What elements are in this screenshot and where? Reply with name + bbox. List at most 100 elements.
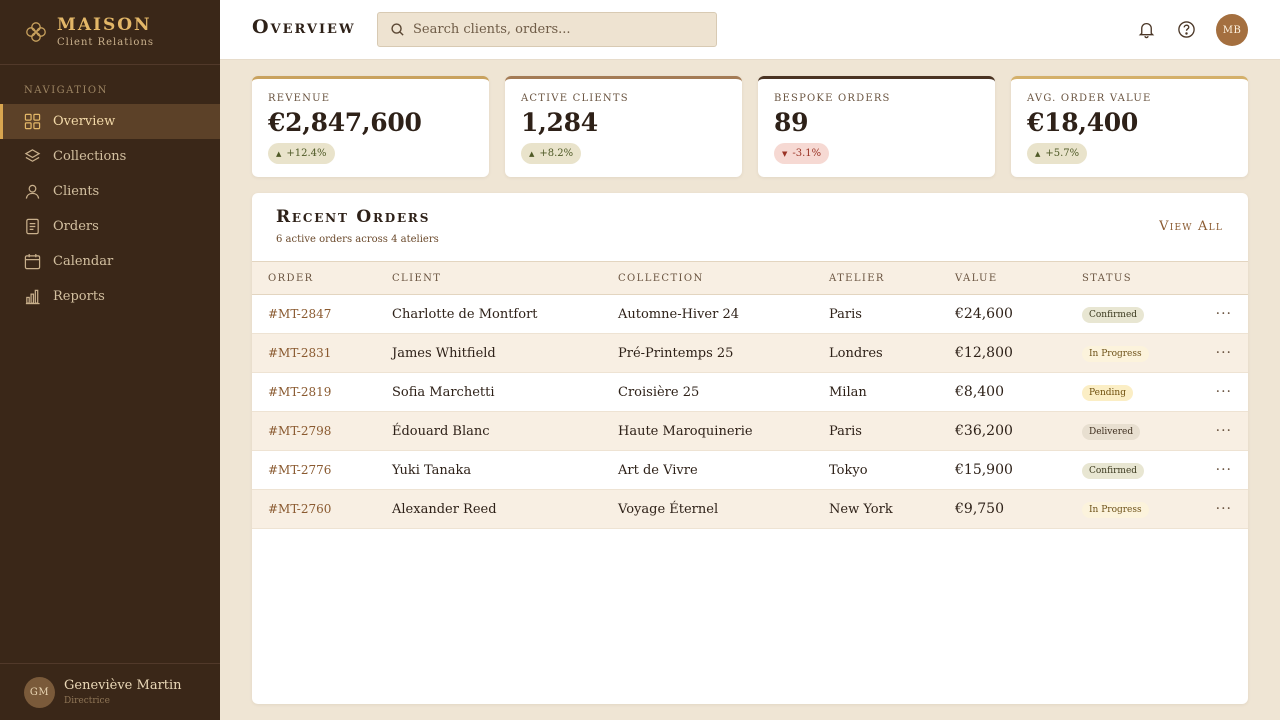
order-id[interactable]: #MT-2831 (252, 334, 392, 373)
order-value: €12,800 (955, 345, 1013, 361)
table-row[interactable]: #MT-2819 Sofia Marchetti Croisière 25 Mi… (252, 373, 1248, 412)
more-actions-icon[interactable]: ··· (1216, 306, 1232, 322)
page-title: Overview (252, 16, 356, 38)
collection-name: Art de Vivre (618, 462, 698, 478)
view-all-link[interactable]: View All (1159, 219, 1223, 234)
brand-name: MAISON (57, 15, 152, 35)
order-id[interactable]: #MT-2847 (252, 295, 392, 334)
user-icon (25, 184, 40, 199)
atelier-name: Tokyo (829, 462, 868, 478)
more-actions-icon[interactable]: ··· (1216, 423, 1232, 439)
bell-icon[interactable] (1137, 20, 1156, 39)
trend-badge: ▲ +12.4% (268, 143, 335, 164)
search-input[interactable] (413, 22, 703, 37)
recent-orders-panel: Recent Orders 6 active orders across 4 a… (252, 193, 1248, 704)
order-id[interactable]: #MT-2776 (252, 451, 392, 490)
client-name: Édouard Blanc (392, 423, 490, 439)
kpi-card-avg-order-value[interactable]: Avg. Order Value €18,400 ▲ +5.7% (1011, 76, 1248, 177)
user-name: Geneviève Martin (64, 678, 182, 693)
column-header-client[interactable]: Client (392, 262, 618, 295)
collection-name: Automne-Hiver 24 (618, 306, 740, 322)
sidebar-item-calendar[interactable]: Calendar (0, 244, 220, 279)
more-actions-icon[interactable]: ··· (1216, 345, 1232, 361)
search-icon (391, 23, 404, 36)
user-role: Directrice (64, 696, 110, 706)
quatrefoil-logo-icon (26, 22, 46, 42)
client-name: James Whitfield (392, 345, 496, 361)
nav-section-label: Navigation (24, 85, 108, 96)
column-header-atelier[interactable]: Atelier (829, 262, 955, 295)
order-value: €15,900 (955, 462, 1013, 478)
trend-down-icon: ▼ (782, 149, 788, 158)
order-value: €36,200 (955, 423, 1013, 439)
more-actions-icon[interactable]: ··· (1216, 384, 1232, 400)
kpi-value: 89 (774, 108, 809, 137)
document-icon (26, 218, 39, 235)
sidebar-item-orders[interactable]: Orders (0, 209, 220, 244)
client-name: Charlotte de Montfort (392, 306, 538, 322)
client-name: Alexander Reed (392, 501, 497, 517)
column-header-status[interactable]: Status (1082, 262, 1182, 295)
kpi-card-bespoke-orders[interactable]: Bespoke Orders 89 ▼ -3.1% (758, 76, 995, 177)
client-name: Yuki Tanaka (392, 462, 472, 478)
atelier-name: Milan (829, 384, 867, 400)
order-value: €9,750 (955, 501, 1004, 517)
atelier-name: Londres (829, 345, 883, 361)
kpi-value: €2,847,600 (268, 108, 422, 137)
trend-badge: ▲ +8.2% (521, 143, 582, 164)
table-header-row: Order Client Collection Atelier Value St… (252, 261, 1248, 295)
trend-up-icon: ▲ (1035, 149, 1041, 158)
kpi-value: 1,284 (521, 108, 598, 137)
sidebar-item-label: Calendar (53, 254, 114, 269)
layers-icon (24, 149, 41, 162)
sidebar: MAISON Client Relations Navigation Overv… (0, 0, 220, 720)
client-name: Sofia Marchetti (392, 384, 495, 400)
avatar[interactable]: MB (1216, 14, 1248, 46)
order-id[interactable]: #MT-2760 (252, 490, 392, 529)
bar-chart-icon (25, 289, 40, 305)
more-actions-icon[interactable]: ··· (1216, 501, 1232, 517)
calendar-icon (24, 253, 41, 270)
table-row[interactable]: #MT-2831 James Whitfield Pré-Printemps 2… (252, 333, 1248, 373)
table-row[interactable]: #MT-2776 Yuki Tanaka Art de Vivre Tokyo … (252, 451, 1248, 490)
trend-up-icon: ▲ (276, 149, 282, 158)
help-icon[interactable] (1177, 20, 1196, 39)
collection-name: Pré-Printemps 25 (618, 345, 734, 361)
trend-value: -3.1% (792, 148, 822, 159)
status-badge: Confirmed (1082, 462, 1145, 479)
kpi-card-revenue[interactable]: Revenue €2,847,600 ▲ +12.4% (252, 76, 489, 177)
search-box[interactable] (377, 12, 717, 47)
order-id[interactable]: #MT-2798 (252, 412, 392, 451)
column-header-value[interactable]: Value (955, 262, 1082, 295)
panel-subtitle: 6 active orders across 4 ateliers (276, 234, 439, 245)
trend-value: +8.2% (539, 148, 574, 159)
column-header-order[interactable]: Order (252, 262, 392, 295)
sidebar-item-collections[interactable]: Collections (0, 139, 220, 174)
sidebar-item-overview[interactable]: Overview (0, 104, 220, 139)
more-actions-icon[interactable]: ··· (1216, 462, 1232, 478)
table-row[interactable]: #MT-2760 Alexander Reed Voyage Éternel N… (252, 489, 1248, 529)
table-row[interactable]: #MT-2847 Charlotte de Montfort Automne-H… (252, 295, 1248, 334)
order-id[interactable]: #MT-2819 (252, 373, 392, 412)
kpi-card-active-clients[interactable]: Active Clients 1,284 ▲ +8.2% (505, 76, 742, 177)
sidebar-item-clients[interactable]: Clients (0, 174, 220, 209)
panel-title: Recent Orders (276, 207, 431, 227)
brand[interactable]: MAISON Client Relations (0, 0, 220, 65)
trend-up-icon: ▲ (529, 149, 535, 158)
status-badge: Pending (1082, 384, 1133, 401)
sidebar-item-reports[interactable]: Reports (0, 279, 220, 314)
table-row[interactable]: #MT-2798 Édouard Blanc Haute Maroquineri… (252, 411, 1248, 451)
collection-name: Croisière 25 (618, 384, 700, 400)
column-header-actions (1182, 262, 1248, 295)
sidebar-item-label: Orders (53, 219, 99, 234)
sidebar-item-label: Reports (53, 289, 105, 304)
collection-name: Voyage Éternel (618, 501, 719, 517)
column-header-collection[interactable]: Collection (618, 262, 829, 295)
orders-table: Order Client Collection Atelier Value St… (252, 261, 1248, 529)
status-badge: In Progress (1082, 345, 1149, 362)
kpi-label: Bespoke Orders (774, 93, 891, 104)
atelier-name: Paris (829, 423, 862, 439)
current-user[interactable]: GM Geneviève Martin Directrice (0, 663, 220, 720)
trend-badge: ▼ -3.1% (774, 143, 830, 164)
avatar: GM (24, 676, 55, 708)
